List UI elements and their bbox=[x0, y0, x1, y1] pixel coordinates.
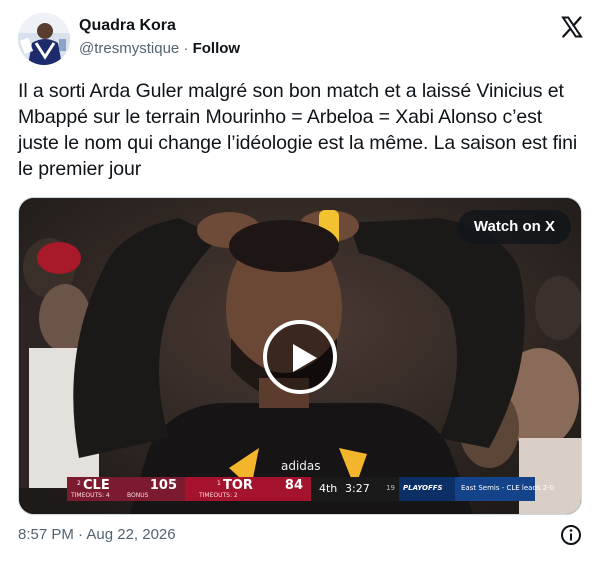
avatar[interactable] bbox=[18, 13, 70, 65]
author-handle[interactable]: @tresmystique bbox=[79, 40, 179, 57]
play-icon bbox=[293, 344, 317, 372]
scorebug-team1-score: 105 bbox=[149, 478, 177, 493]
scorebug-series: East Semis - CLE leads 2-0 bbox=[455, 477, 554, 501]
scorebug-team2-abbr: TOR bbox=[223, 478, 253, 493]
x-logo-icon[interactable] bbox=[560, 15, 584, 39]
scorebug-playoffs: PLAYOFFS bbox=[399, 477, 455, 501]
info-icon[interactable] bbox=[560, 524, 582, 546]
play-button[interactable] bbox=[263, 320, 337, 394]
video-player[interactable]: adidas Watch on X 2 CLE 105 TIMEOUTS: 4 … bbox=[18, 197, 582, 515]
scorebug-time: 3:27 bbox=[345, 482, 370, 495]
scorebug-team1-timeouts: TIMEOUTS: 4 bbox=[71, 492, 110, 499]
scorebug-shot-clock: 19 bbox=[386, 484, 395, 492]
scorebug-team-cle: 2 CLE 105 TIMEOUTS: 4 BONUS bbox=[67, 477, 185, 501]
follow-button[interactable]: Follow bbox=[193, 40, 241, 57]
scorebug: 2 CLE 105 TIMEOUTS: 4 BONUS 1 TOR 84 TIM… bbox=[67, 477, 554, 501]
scorebug-quarter: 4th bbox=[319, 482, 338, 495]
scorebug-team2-seed: 1 bbox=[217, 480, 221, 487]
tweet-header: Quadra Kora @tresmystique · Follow bbox=[18, 13, 584, 65]
scorebug-team2-timeouts: TIMEOUTS: 2 bbox=[199, 492, 238, 499]
scorebug-team1-seed: 2 bbox=[77, 480, 81, 487]
scorebug-team1-abbr: CLE bbox=[83, 478, 110, 493]
svg-text:adidas: adidas bbox=[281, 459, 321, 473]
scorebug-team-tor: 1 TOR 84 TIMEOUTS: 2 bbox=[185, 477, 311, 501]
scorebug-series-text: East Semis - CLE leads 2-0 bbox=[461, 484, 555, 492]
tweet-timestamp[interactable]: 8:57 PM · Aug 22, 2026 bbox=[18, 526, 176, 543]
scorebug-team1-bonus: BONUS bbox=[127, 492, 149, 499]
scorebug-clock: 4th 3:27 19 bbox=[311, 477, 399, 501]
tweet-footer: 8:57 PM · Aug 22, 2026 bbox=[18, 524, 584, 546]
tweet-text: Il a sorti Arda Guler malgré son bon mat… bbox=[18, 80, 578, 180]
scorebug-playoffs-label: PLAYOFFS bbox=[403, 484, 443, 492]
author-display-name[interactable]: Quadra Kora bbox=[79, 16, 240, 36]
separator-dot: · bbox=[183, 40, 189, 57]
scorebug-team2-score: 84 bbox=[284, 478, 303, 493]
watch-on-x-button[interactable]: Watch on X bbox=[457, 210, 571, 244]
